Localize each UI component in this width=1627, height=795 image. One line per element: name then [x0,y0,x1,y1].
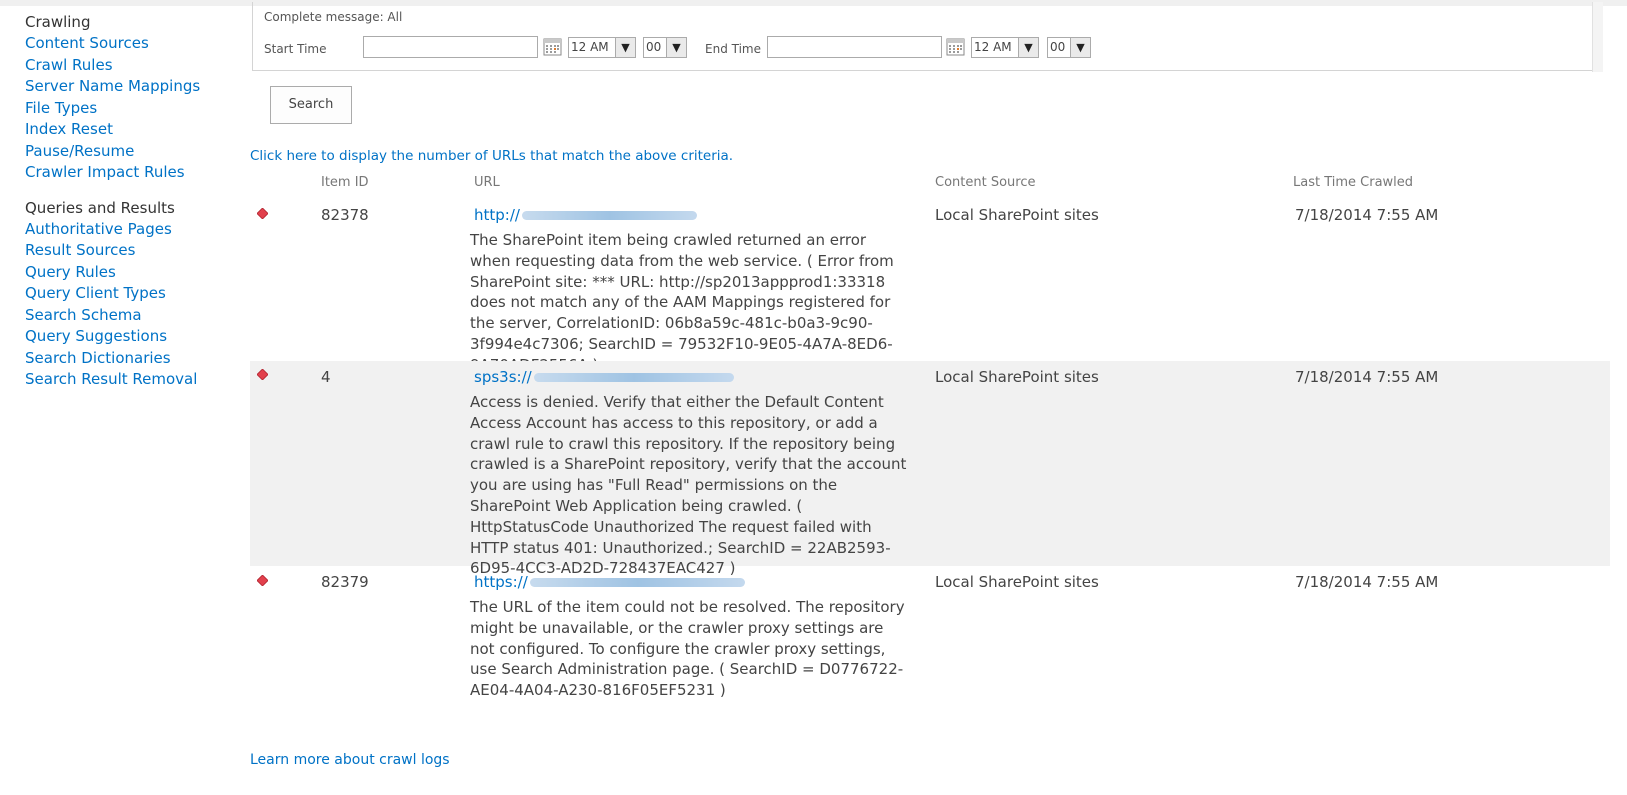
header-content-source: Content Source [935,175,1036,190]
end-date-input[interactable] [767,36,942,58]
table-row: 82378 http:// The SharePoint item being … [250,200,1610,374]
error-icon [257,369,268,380]
nav-group-crawling: Crawling [25,13,91,31]
error-message: The URL of the item could not be resolve… [470,598,905,700]
start-minute-select[interactable]: 00 ▼ [643,37,687,58]
nav-link-search-result-removal[interactable]: Search Result Removal [25,369,230,391]
nav-link-query-rules[interactable]: Query Rules [25,262,230,284]
table-row: 82379 https:// The URL of the item could… [250,567,1610,707]
chevron-down-icon: ▼ [1070,38,1090,57]
nav-gap [25,184,230,198]
nav-link-query-client-types[interactable]: Query Client Types [25,283,230,305]
url-text: sps3s:// [474,368,532,386]
nav-link-crawler-impact-rules[interactable]: Crawler Impact Rules [25,162,230,184]
end-minute-value: 00 [1050,40,1066,54]
content-source: Local SharePoint sites [935,368,1099,386]
end-hour-value: 12 AM [974,40,1012,54]
start-time-label: Start Time [264,42,327,56]
start-hour-select[interactable]: 12 AM ▼ [568,37,636,58]
start-date-input[interactable] [363,36,538,58]
end-calendar-icon[interactable] [946,37,965,56]
complete-message-filter: Complete message: All [264,10,403,24]
last-crawled-time: 7/18/2014 7:55 AM [1295,573,1439,591]
last-crawled-time: 7/18/2014 7:55 AM [1295,368,1439,386]
chevron-down-icon: ▼ [615,38,635,57]
header-item-id: Item ID [321,175,369,190]
url-link[interactable]: sps3s:// [474,368,734,386]
nav-link-search-dictionaries[interactable]: Search Dictionaries [25,348,230,370]
nav-link-authoritative-pages[interactable]: Authoritative Pages [25,219,230,241]
url-link[interactable]: http:// [474,206,697,224]
filter-panel-scrollbar[interactable] [1592,2,1603,72]
content-source: Local SharePoint sites [935,206,1099,224]
count-urls-link[interactable]: Click here to display the number of URLs… [250,148,733,164]
learn-more-crawl-logs-link[interactable]: Learn more about crawl logs [250,752,450,768]
nav-link-pause-resume[interactable]: Pause/Resume [25,141,230,163]
url-text: http:// [474,206,520,224]
nav-link-file-types[interactable]: File Types [25,98,230,120]
header-last-time-crawled: Last Time Crawled [1293,175,1414,190]
error-icon [257,575,268,586]
end-minute-select[interactable]: 00 ▼ [1047,37,1091,58]
nav-link-search-schema[interactable]: Search Schema [25,305,230,327]
nav-group-queries: Queries and Results [25,198,175,217]
item-id: 4 [321,368,331,386]
start-hour-value: 12 AM [571,40,609,54]
content-source: Local SharePoint sites [935,573,1099,591]
nav-link-content-sources[interactable]: Content Sources [25,33,230,55]
redacted-url [533,373,734,382]
table-row: 4 sps3s:// Access is denied. Verify that… [250,361,1610,577]
nav-link-result-sources[interactable]: Result Sources [25,240,230,262]
url-link[interactable]: https:// [474,573,745,591]
nav-link-server-name-mappings[interactable]: Server Name Mappings [25,76,230,98]
last-crawled-time: 7/18/2014 7:55 AM [1295,206,1439,224]
start-minute-value: 00 [646,40,662,54]
item-id: 82378 [321,206,369,224]
redacted-url [521,211,697,220]
chevron-down-icon: ▼ [1018,38,1038,57]
url-text: https:// [474,573,528,591]
end-time-label: End Time [705,42,761,56]
left-navigation: Crawling Content Sources Crawl Rules Ser… [25,12,230,391]
item-id: 82379 [321,573,369,591]
start-calendar-icon[interactable] [543,37,562,56]
error-message: Access is denied. Verify that either the… [470,393,907,578]
error-message: The SharePoint item being crawled return… [470,231,894,374]
redacted-url [529,578,745,587]
nav-link-crawl-rules[interactable]: Crawl Rules [25,55,230,77]
nav-link-index-reset[interactable]: Index Reset [25,119,230,141]
header-url: URL [474,175,500,190]
chevron-down-icon: ▼ [666,38,686,57]
search-button[interactable]: Search [270,86,352,124]
nav-link-query-suggestions[interactable]: Query Suggestions [25,326,230,348]
end-hour-select[interactable]: 12 AM ▼ [971,37,1039,58]
error-icon [257,208,268,219]
